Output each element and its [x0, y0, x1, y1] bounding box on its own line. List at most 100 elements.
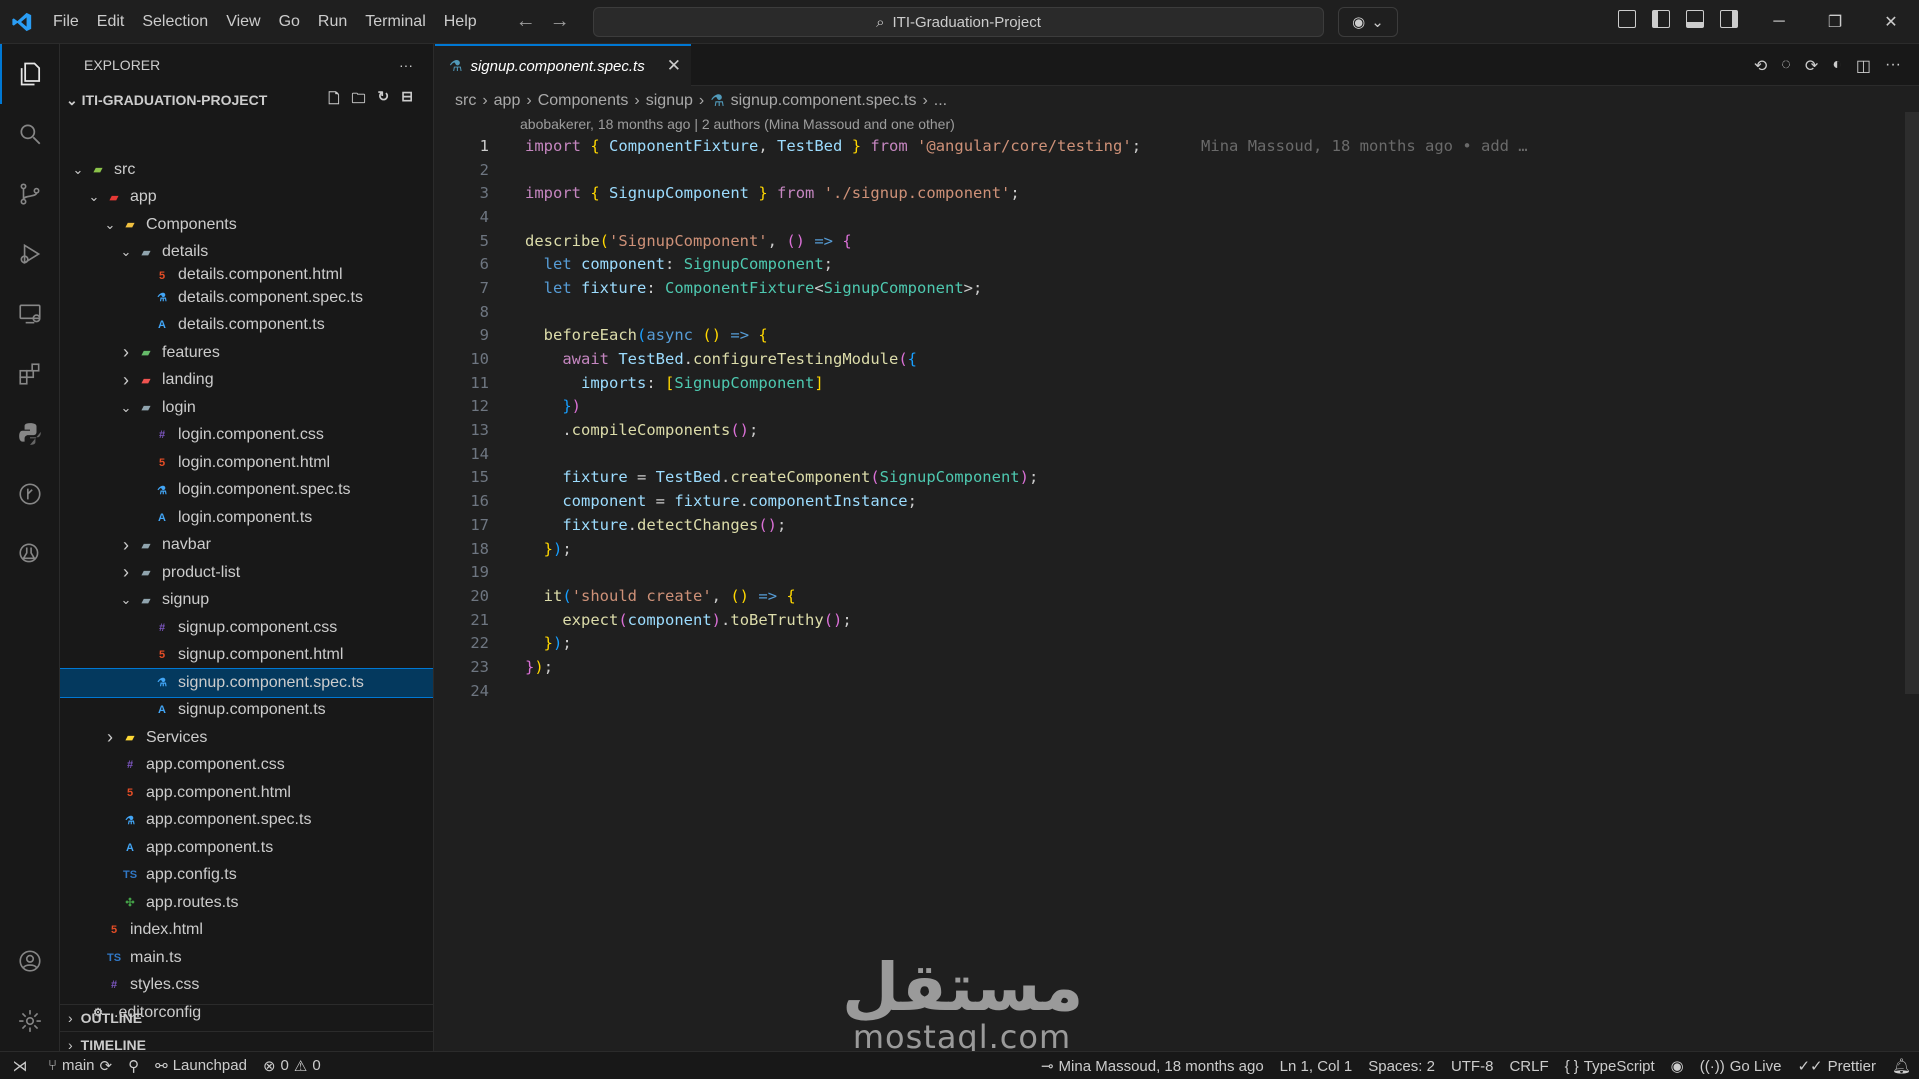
- problems-indicator[interactable]: ⊗ 0 ⚠ 0: [255, 1057, 329, 1075]
- copilot-status-icon[interactable]: ◉: [1663, 1057, 1692, 1075]
- manage-gear-icon[interactable]: [0, 991, 60, 1051]
- tree-item[interactable]: Aapp.component.ts: [60, 834, 433, 862]
- tree-item[interactable]: ⌄ ▰ details: [60, 239, 433, 267]
- tree-item[interactable]: 5 login.component.html: [60, 449, 433, 477]
- tree-item[interactable]: ⚗ login.component.spec.ts: [60, 477, 433, 505]
- gitlens-inspect-icon[interactable]: ◐: [1832, 56, 1842, 76]
- git-graph-icon[interactable]: ⚲: [120, 1057, 147, 1075]
- open-changes-icon[interactable]: ⟲: [1754, 56, 1767, 76]
- tree-item[interactable]: ⌄ ▰ Components: [60, 211, 433, 239]
- collapse-all-icon[interactable]: ⊟: [401, 88, 413, 112]
- new-file-icon[interactable]: 🗋: [328, 88, 339, 112]
- launchpad-button[interactable]: ⚯ Launchpad: [147, 1057, 255, 1075]
- search-icon[interactable]: [0, 104, 60, 164]
- accounts-icon[interactable]: [0, 931, 60, 991]
- prettier-button[interactable]: ✓✓ Prettier: [1789, 1057, 1884, 1076]
- menu-selection[interactable]: Selection: [133, 0, 217, 44]
- command-center[interactable]: ⌕ ITI-Graduation-Project: [593, 7, 1324, 37]
- tree-item[interactable]: › ▰ navbar: [60, 532, 433, 560]
- go-live-button[interactable]: ((·)) Go Live: [1692, 1058, 1790, 1075]
- menu-help[interactable]: Help: [435, 0, 486, 44]
- remote-explorer-icon[interactable]: [0, 284, 60, 344]
- menu-terminal[interactable]: Terminal: [356, 0, 434, 44]
- tree-item[interactable]: ⚗ app.component.spec.ts: [60, 807, 433, 835]
- close-icon[interactable]: ✕: [667, 56, 681, 76]
- tree-item[interactable]: Adetails.component.ts: [60, 312, 433, 340]
- tree-item[interactable]: ⌄ ▰ login: [60, 394, 433, 422]
- project-header[interactable]: ⌄ ITI-GRADUATION-PROJECT 🗋 🗀 ↻ ⊟: [60, 86, 433, 114]
- new-folder-icon[interactable]: 🗀: [352, 88, 366, 112]
- notifications-bell-icon[interactable]: 🔔︎: [1884, 1057, 1919, 1075]
- tree-item[interactable]: # styles.css: [60, 972, 433, 1000]
- end-of-line[interactable]: CRLF: [1501, 1058, 1556, 1075]
- close-window-icon[interactable]: ✕: [1863, 0, 1919, 44]
- tree-item[interactable]: › ▰ Services: [60, 724, 433, 752]
- tree-item[interactable]: Asignup.component.ts: [60, 697, 433, 725]
- python-icon[interactable]: [0, 404, 60, 464]
- tree-item[interactable]: ⚗ signup.component.spec.ts: [60, 668, 433, 698]
- tree-item[interactable]: 5 signup.component.html: [60, 642, 433, 670]
- gitlens-icon[interactable]: [0, 464, 60, 524]
- more-actions-icon[interactable]: ···: [399, 57, 413, 73]
- remote-indicator-icon[interactable]: ⋊: [0, 1052, 40, 1079]
- menu-file[interactable]: File: [44, 0, 88, 44]
- tree-item[interactable]: ⚗ details.component.spec.ts: [60, 284, 433, 312]
- breadcrumb-signup[interactable]: signup: [646, 92, 693, 110]
- refresh-icon[interactable]: ↻: [378, 88, 390, 112]
- timeline-section[interactable]: › TIMELINE: [60, 1031, 433, 1051]
- tree-item[interactable]: TS main.ts: [60, 944, 433, 972]
- chevron-down-icon[interactable]: ⌄: [1371, 13, 1384, 31]
- next-change-icon[interactable]: ⟳: [1805, 56, 1818, 76]
- language-mode[interactable]: { } TypeScript: [1557, 1058, 1663, 1075]
- breadcrumb-file[interactable]: signup.component.spec.ts: [731, 92, 917, 110]
- breadcrumb-src[interactable]: src: [455, 92, 476, 110]
- toggle-secondary-sidebar-icon[interactable]: [1720, 10, 1738, 28]
- tree-item[interactable]: # app.component.css: [60, 752, 433, 780]
- tree-item[interactable]: 5 index.html: [60, 917, 433, 945]
- outline-section[interactable]: › OUTLINE: [60, 1004, 433, 1031]
- breadcrumb-app[interactable]: app: [494, 92, 521, 110]
- menu-view[interactable]: View: [217, 0, 269, 44]
- minimize-icon[interactable]: ─: [1751, 0, 1807, 44]
- source-control-icon[interactable]: [0, 164, 60, 224]
- blame-status[interactable]: ⊸ Mina Massoud, 18 months ago: [1033, 1057, 1272, 1076]
- previous-change-icon[interactable]: ◌: [1781, 56, 1791, 76]
- tree-item[interactable]: ✣ app.routes.ts: [60, 889, 433, 917]
- toggle-primary-sidebar-icon[interactable]: [1652, 10, 1670, 28]
- code-editor[interactable]: 1 import { ComponentFixture, TestBed } fr…: [435, 134, 1895, 703]
- indentation[interactable]: Spaces: 2: [1360, 1058, 1443, 1075]
- blame-header[interactable]: abobakerer, 18 months ago | 2 authors (M…: [520, 116, 955, 132]
- tree-item[interactable]: › ▰ features: [60, 339, 433, 367]
- tree-item[interactable]: # login.component.css: [60, 422, 433, 450]
- tree-item[interactable]: # signup.component.css: [60, 614, 433, 642]
- restore-icon[interactable]: ❐: [1807, 0, 1863, 44]
- explorer-icon[interactable]: [0, 44, 60, 104]
- cursor-position[interactable]: Ln 1, Col 1: [1272, 1058, 1361, 1075]
- split-editor-icon[interactable]: ◫: [1856, 56, 1871, 76]
- menu-run[interactable]: Run: [309, 0, 356, 44]
- tree-item[interactable]: 5 app.component.html: [60, 779, 433, 807]
- breadcrumb-components[interactable]: Components: [538, 92, 629, 110]
- menu-go[interactable]: Go: [270, 0, 309, 44]
- run-debug-icon[interactable]: [0, 224, 60, 284]
- tree-item[interactable]: ⌄ ▰ src: [60, 156, 433, 184]
- more-actions-icon[interactable]: ···: [1885, 56, 1901, 76]
- tree-item[interactable]: 5 details.component.html: [60, 266, 433, 284]
- editor-scrollbar[interactable]: [1905, 112, 1919, 694]
- test-explorer-icon[interactable]: [0, 524, 60, 584]
- extensions-icon[interactable]: [0, 344, 60, 404]
- breadcrumb-symbol[interactable]: ...: [934, 92, 947, 110]
- forward-arrow-icon[interactable]: →: [550, 10, 570, 33]
- tree-item[interactable]: ⌄ ▰ signup: [60, 587, 433, 615]
- tree-item[interactable]: Alogin.component.ts: [60, 504, 433, 532]
- tree-item[interactable]: › ▰ product-list: [60, 559, 433, 587]
- menu-edit[interactable]: Edit: [88, 0, 134, 44]
- branch-indicator[interactable]: ⑂ main ⟳: [40, 1057, 120, 1075]
- customize-layout-icon[interactable]: [1618, 10, 1636, 28]
- tree-item[interactable]: › ▰ landing: [60, 367, 433, 395]
- encoding[interactable]: UTF-8: [1443, 1058, 1502, 1075]
- back-arrow-icon[interactable]: ←: [516, 10, 536, 33]
- tree-item[interactable]: ⌄ ▰ app: [60, 184, 433, 212]
- toggle-panel-icon[interactable]: [1686, 10, 1704, 28]
- tab-signup-spec[interactable]: ⚗ signup.component.spec.ts ✕: [435, 44, 691, 86]
